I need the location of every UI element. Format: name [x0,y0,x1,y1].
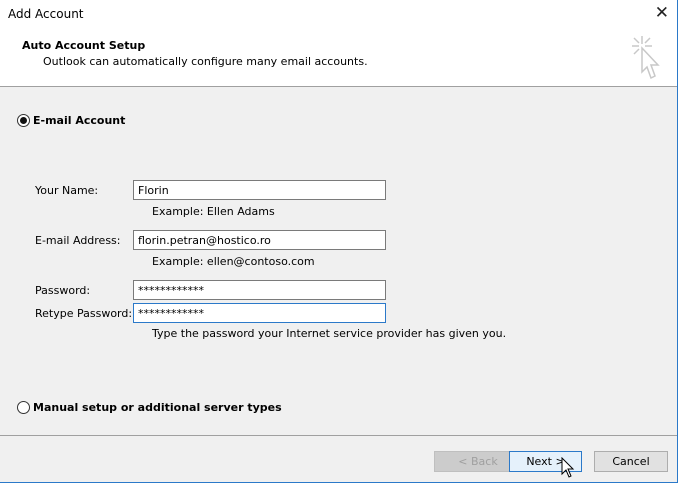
password-label: Password: [35,284,91,297]
manual-setup-radio[interactable]: Manual setup or additional server types [17,401,282,414]
cancel-button[interactable]: Cancel [594,451,668,472]
header-subtitle: Outlook can automatically configure many… [43,55,368,68]
wizard-cursor-icon [632,36,660,80]
mouse-cursor-icon [561,457,575,478]
your-name-label: Your Name: [35,184,99,197]
header-title: Auto Account Setup [22,39,146,52]
window-title: Add Account [8,7,84,21]
email-account-label: E-mail Account [33,114,126,127]
your-name-input[interactable] [133,180,386,200]
retype-password-label: Retype Password: [35,307,133,320]
email-address-hint: Example: ellen@contoso.com [152,255,315,268]
retype-password-input[interactable] [133,303,386,323]
close-icon[interactable]: ✕ [655,3,669,23]
footer-divider [0,435,677,436]
header-panel: Auto Account Setup Outlook can automatic… [0,28,677,87]
radio-selected-icon [17,114,30,127]
password-input[interactable] [133,280,386,300]
radio-unselected-icon [17,401,30,414]
email-address-input[interactable] [133,230,386,250]
manual-setup-label: Manual setup or additional server types [33,401,282,414]
password-hint: Type the password your Internet service … [152,327,507,340]
email-account-radio[interactable]: E-mail Account [17,114,125,127]
email-address-label: E-mail Address: [35,234,121,247]
your-name-hint: Example: Ellen Adams [152,205,275,218]
add-account-dialog: Add Account ✕ Auto Account Setup Outlook… [0,0,678,483]
title-bar: Add Account ✕ [0,0,677,28]
